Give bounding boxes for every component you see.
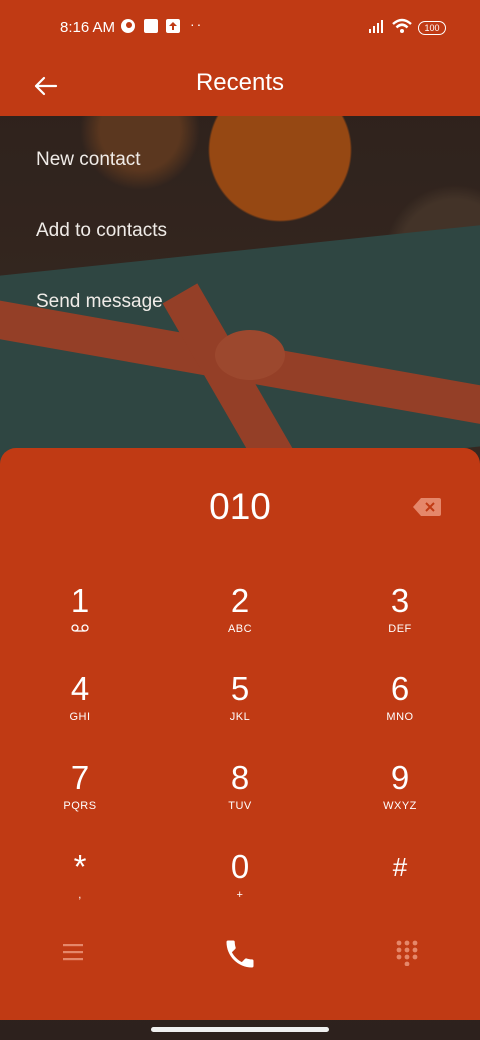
key-digit: 5 bbox=[230, 670, 250, 707]
home-indicator[interactable] bbox=[151, 1027, 329, 1032]
key-digit: # bbox=[392, 852, 408, 882]
status-time: 8:16 AM bbox=[60, 19, 116, 36]
key-digit: 9 bbox=[390, 759, 410, 796]
key-letters: WXYZ bbox=[383, 800, 417, 812]
dial-key-1[interactable]: 1 bbox=[20, 582, 140, 658]
key-letters: PQRS bbox=[63, 800, 97, 812]
key-digit: 8 bbox=[230, 759, 250, 796]
wifi-icon bbox=[392, 18, 412, 33]
page-title: Recents bbox=[195, 69, 285, 96]
upload-icon bbox=[166, 19, 180, 33]
square-icon bbox=[144, 19, 158, 33]
signal-icon bbox=[369, 20, 383, 33]
dial-key-hash[interactable]: # bbox=[340, 848, 460, 924]
key-letters: + bbox=[236, 889, 244, 901]
battery-icon: 100 bbox=[418, 21, 446, 35]
key-digit: 4 bbox=[70, 670, 90, 707]
dial-key-5[interactable]: 5 JKL bbox=[180, 670, 300, 746]
backspace-icon[interactable] bbox=[412, 496, 442, 518]
notification-icon bbox=[121, 19, 135, 33]
key-letters: DEF bbox=[388, 623, 412, 635]
dial-key-2[interactable]: 2 ABC bbox=[180, 582, 300, 658]
key-letters: JKL bbox=[229, 711, 251, 723]
voicemail-icon bbox=[71, 624, 89, 632]
key-digit: 1 bbox=[70, 582, 90, 619]
key-letters: , bbox=[78, 889, 82, 901]
key-digit: 7 bbox=[70, 759, 90, 796]
menu-item-add-to-contacts[interactable]: Add to contacts bbox=[36, 220, 167, 242]
key-digit: 0 bbox=[230, 848, 250, 885]
key-digit: * bbox=[73, 848, 87, 885]
dial-key-7[interactable]: 7 PQRS bbox=[20, 759, 140, 835]
dial-key-4[interactable]: 4 GHI bbox=[20, 670, 140, 746]
key-digit: 3 bbox=[390, 582, 410, 619]
app-header: Recents bbox=[0, 56, 480, 116]
key-letters: GHI bbox=[69, 711, 91, 723]
dial-key-3[interactable]: 3 DEF bbox=[340, 582, 460, 658]
key-digit: 2 bbox=[230, 582, 250, 619]
menu-item-send-message[interactable]: Send message bbox=[36, 291, 163, 313]
dial-key-8[interactable]: 8 TUV bbox=[180, 759, 300, 835]
menu-item-new-contact[interactable]: New contact bbox=[36, 149, 141, 171]
dialpad-icon[interactable] bbox=[396, 940, 418, 966]
dial-key-6[interactable]: 6 MNO bbox=[340, 670, 460, 746]
key-letters: ABC bbox=[227, 623, 253, 635]
dialer-panel: 010 1 2 ABC 3 DEF 4 GHI 5 JKL 6 MNO 7 PQ… bbox=[0, 448, 480, 1020]
status-bar: 8:16 AM ·· 100 bbox=[0, 0, 480, 56]
dial-key-star[interactable]: * , bbox=[20, 848, 140, 924]
dial-key-9[interactable]: 9 WXYZ bbox=[340, 759, 460, 835]
key-letters: TUV bbox=[228, 800, 252, 812]
menu-icon[interactable] bbox=[62, 942, 84, 962]
more-dots-icon: ·· bbox=[190, 16, 204, 32]
phone-icon[interactable] bbox=[222, 936, 258, 972]
key-letters: MNO bbox=[386, 711, 414, 723]
key-digit: 6 bbox=[390, 670, 410, 707]
dialed-number: 010 bbox=[209, 486, 271, 527]
dial-key-0[interactable]: 0 + bbox=[180, 848, 300, 924]
